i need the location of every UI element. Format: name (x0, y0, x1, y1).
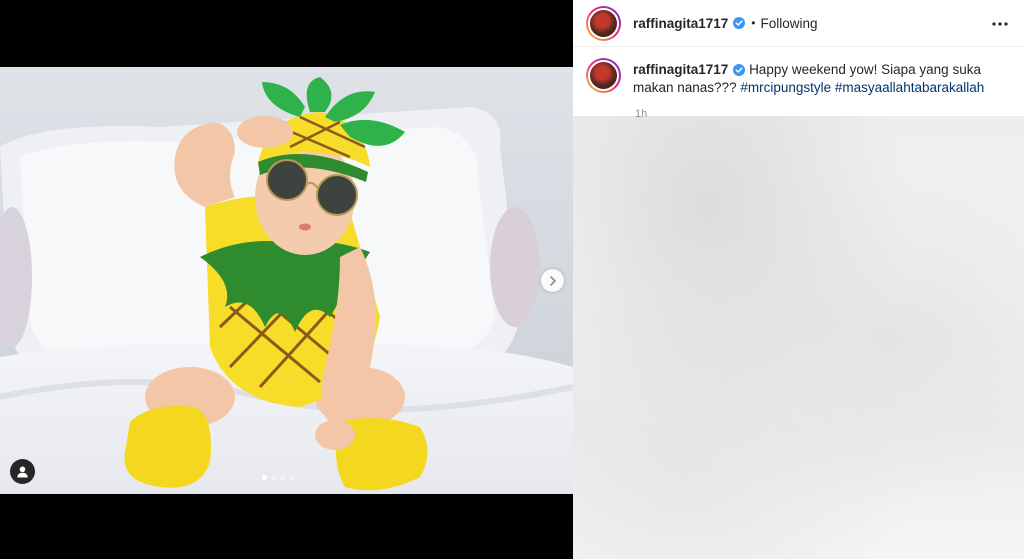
more-options-button[interactable] (988, 12, 1012, 36)
media-pane (0, 0, 573, 559)
author-avatar[interactable] (586, 5, 621, 41)
post-side-panel: raffinagita1717 • Following raffinagita1… (573, 0, 1024, 559)
hashtag-link[interactable]: #mrcipungstyle (740, 80, 831, 95)
post-header: raffinagita1717 • Following (573, 0, 1024, 47)
tagged-users-button[interactable] (10, 459, 35, 484)
header-separator: • (751, 16, 756, 30)
verified-badge-icon (733, 64, 746, 77)
caption-username[interactable]: raffinagita1717 (633, 62, 728, 77)
post-caption: raffinagita1717 Happy weekend yow! Siapa… (586, 58, 1016, 97)
carousel-dot (280, 475, 285, 480)
more-options-icon (992, 22, 1008, 26)
post-timestamp: 1h (635, 108, 648, 120)
hashtag-link[interactable]: #masyaallahtabarakallah (835, 80, 984, 95)
post-photo[interactable] (0, 67, 573, 494)
following-button[interactable]: Following (761, 16, 818, 31)
carousel-dot (271, 475, 276, 480)
caption-text-block: raffinagita1717 Happy weekend yow! Siapa… (633, 61, 1003, 97)
carousel-dot (262, 475, 267, 480)
carousel-next-button[interactable] (541, 269, 564, 292)
photo-baby-pineapple-costume (0, 67, 573, 494)
carousel-indicator (262, 475, 294, 480)
caption-author-avatar[interactable] (586, 58, 621, 93)
author-username[interactable]: raffinagita1717 (633, 16, 728, 31)
verified-badge-icon (733, 17, 746, 29)
comments-blurred-area (573, 116, 1024, 559)
chevron-right-icon (549, 275, 556, 286)
carousel-dot (289, 475, 294, 480)
user-tag-icon (17, 466, 28, 478)
